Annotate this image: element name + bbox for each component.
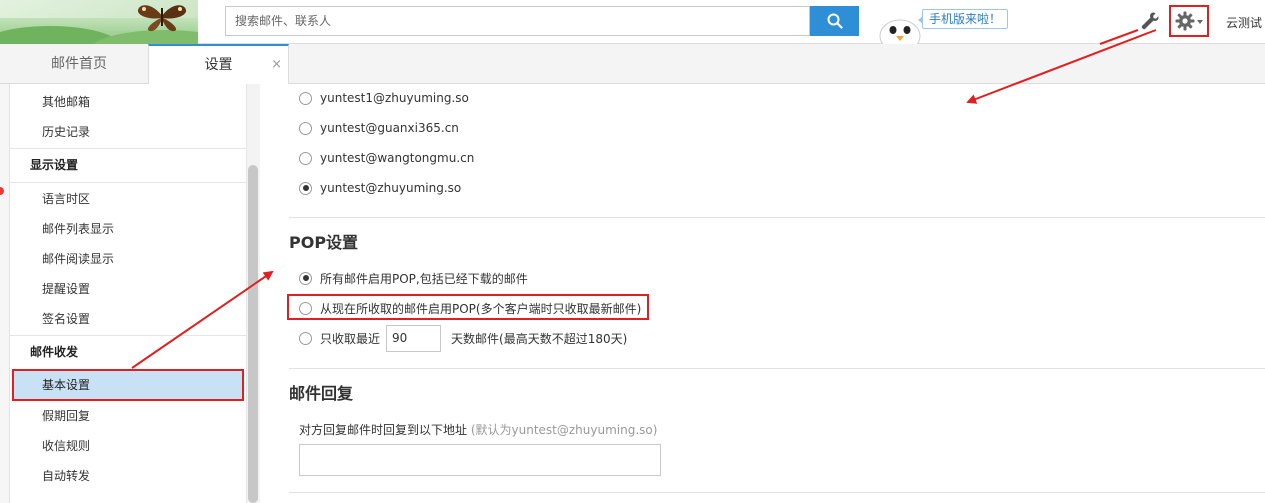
sidebar-item-mail-read-display[interactable]: 邮件阅读显示 <box>10 245 246 273</box>
sidebar-item-language-timezone[interactable]: 语言时区 <box>10 185 246 213</box>
sidebar-section-display: 显示设置 <box>30 158 79 172</box>
mobile-version-badge[interactable]: 手机版来啦！ <box>917 9 1009 29</box>
pop-option-all-label: 所有邮件启用POP,包括已经下载的邮件 <box>320 271 528 286</box>
sidebar-item-basic-settings[interactable]: 基本设置 <box>12 369 244 401</box>
reply-address-label-text: 对方回复邮件时回复到以下地址 <box>299 423 468 437</box>
settings-sidebar: 其他邮箱 历史记录 显示设置 语言时区 邮件列表显示 邮件阅读显示 提醒设置 签… <box>10 84 260 503</box>
pop-option-recent-prefix: 只收取最近 <box>320 331 381 346</box>
account-option-label: yuntest@zhuyuming.so <box>320 181 462 195</box>
sidebar-item-other-mailbox[interactable]: 其他邮箱 <box>10 88 246 116</box>
butterfly-icon <box>137 5 187 32</box>
pop-settings-title: POP设置 <box>289 233 359 252</box>
sidebar-item-vacation-reply[interactable]: 假期回复 <box>10 402 246 430</box>
account-option[interactable]: yuntest1@zhuyuming.so <box>299 88 469 108</box>
pop-option-all[interactable]: 所有邮件启用POP,包括已经下载的邮件 <box>299 268 528 288</box>
pop-option-recent-days[interactable]: 只收取最近 天数邮件(最高天数不超过180天) <box>299 324 627 352</box>
sidebar-item-mail-list-display[interactable]: 邮件列表显示 <box>10 215 246 243</box>
chevron-down-icon <box>1197 20 1203 24</box>
search-button[interactable] <box>810 6 859 36</box>
mail-reply-title: 邮件回复 <box>289 384 354 403</box>
gear-icon <box>1175 11 1195 31</box>
close-icon[interactable]: × <box>271 46 282 84</box>
reply-address-hint: (默认为yuntest@zhuyuming.so) <box>470 423 658 437</box>
search-box <box>225 6 810 36</box>
tab-mail-home[interactable]: 邮件首页 <box>10 44 148 84</box>
brand-logo[interactable] <box>0 0 198 44</box>
days-input[interactable] <box>386 324 442 352</box>
radio-button-selected[interactable] <box>299 181 312 195</box>
radio-button[interactable] <box>299 301 312 315</box>
reply-address-label: 对方回复邮件时回复到以下地址 (默认为yuntest@zhuyuming.so) <box>299 421 657 438</box>
account-option[interactable]: yuntest@guanxi365.cn <box>299 118 459 138</box>
sidebar-scrollbar-thumb[interactable] <box>248 165 258 503</box>
tab-settings-label: 设置 <box>204 57 233 73</box>
section-divider <box>289 492 1265 493</box>
wrench-icon[interactable] <box>1138 9 1162 33</box>
pop-option-new-only[interactable]: 从现在所收取的邮件启用POP(多个客户端时只收取最新邮件) <box>299 298 641 318</box>
account-option-label: yuntest@guanxi365.cn <box>320 121 459 135</box>
notification-dot <box>0 187 4 195</box>
search-input[interactable] <box>226 7 809 35</box>
sidebar-divider <box>10 335 246 336</box>
sidebar-item-history[interactable]: 历史记录 <box>10 118 246 146</box>
reply-address-input[interactable] <box>299 444 661 476</box>
radio-button[interactable] <box>299 151 312 165</box>
sidebar-item-receive-rules[interactable]: 收信规则 <box>10 432 246 460</box>
pop-option-recent-suffix: 天数邮件(最高天数不超过180天) <box>451 331 628 346</box>
settings-gear-button[interactable] <box>1169 5 1209 37</box>
sidebar-section-mail: 邮件收发 <box>30 345 79 359</box>
radio-button-selected[interactable] <box>299 271 312 285</box>
radio-button[interactable] <box>299 121 312 135</box>
collapsed-left-panel <box>0 84 10 503</box>
tab-settings[interactable]: 设置 × <box>148 44 289 85</box>
account-option[interactable]: yuntest@zhuyuming.so <box>299 178 461 198</box>
top-header: 手机版来啦！ 云测试 <box>0 0 1265 44</box>
account-option-label: yuntest@wangtongmu.cn <box>320 151 475 165</box>
sidebar-item-auto-forward[interactable]: 自动转发 <box>10 462 246 490</box>
radio-button[interactable] <box>299 91 312 105</box>
section-divider <box>289 368 1265 369</box>
tab-bar: 邮件首页 设置 × <box>0 44 1265 85</box>
radio-button[interactable] <box>299 331 312 345</box>
settings-content: yuntest1@zhuyuming.so yuntest@guanxi365.… <box>260 84 1265 503</box>
account-option[interactable]: yuntest@wangtongmu.cn <box>299 148 474 168</box>
search-icon <box>827 13 843 29</box>
pop-option-new-only-label: 从现在所收取的邮件启用POP(多个客户端时只收取最新邮件) <box>320 301 642 316</box>
sidebar-item-reminder[interactable]: 提醒设置 <box>10 275 246 303</box>
account-option-label: yuntest1@zhuyuming.so <box>320 91 469 105</box>
section-divider <box>289 217 1265 218</box>
sidebar-divider <box>10 148 246 149</box>
user-name[interactable]: 云测试 <box>1226 14 1262 31</box>
sidebar-divider <box>10 182 246 183</box>
sidebar-item-signature[interactable]: 签名设置 <box>10 305 246 333</box>
